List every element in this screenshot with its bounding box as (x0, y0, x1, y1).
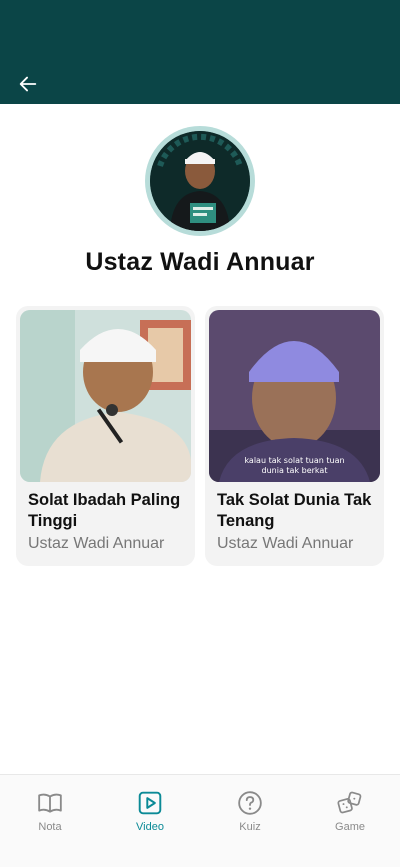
video-card[interactable]: kalau tak solat tuan tuan dunia tak berk… (205, 306, 384, 566)
nav-item-nota[interactable]: Nota (0, 775, 100, 867)
nav-label: Video (136, 821, 164, 833)
nav-label: Game (335, 821, 365, 833)
video-title: Tak Solat Dunia Tak Tenang (217, 491, 372, 530)
video-card[interactable]: Solat Ibadah Paling Tinggi Ustaz Wadi An… (16, 306, 195, 566)
nav-item-kuiz[interactable]: Kuiz (200, 775, 300, 867)
video-caption: kalau tak solat tuan tuan dunia tak berk… (244, 456, 345, 475)
video-thumbnail (20, 310, 191, 482)
speaker-profile: Ustaz Wadi Annuar (0, 126, 400, 277)
play-icon (136, 789, 164, 817)
nav-label: Kuiz (239, 821, 261, 833)
arrow-left-icon (19, 76, 37, 92)
book-icon (36, 789, 64, 817)
video-title: Solat Ibadah Paling Tinggi (28, 491, 181, 530)
avatar (150, 131, 250, 231)
nav-item-video[interactable]: Video (100, 775, 200, 867)
dice-icon (336, 789, 364, 817)
video-speaker: Ustaz Wadi Annuar (217, 535, 354, 552)
video-list: Solat Ibadah Paling Tinggi Ustaz Wadi An… (16, 306, 384, 566)
video-speaker: Ustaz Wadi Annuar (28, 535, 165, 552)
nav-label: Nota (38, 821, 62, 833)
nav-item-game[interactable]: Game (300, 775, 400, 867)
video-thumbnail: kalau tak solat tuan tuan dunia tak berk… (209, 310, 380, 482)
avatar-ring (145, 126, 255, 236)
back-button[interactable] (10, 66, 46, 102)
bottom-nav: Nota Video Kuiz Game (0, 774, 400, 867)
question-icon (236, 789, 264, 817)
speaker-name: Ustaz Wadi Annuar (85, 248, 315, 276)
app-bar (0, 0, 400, 104)
